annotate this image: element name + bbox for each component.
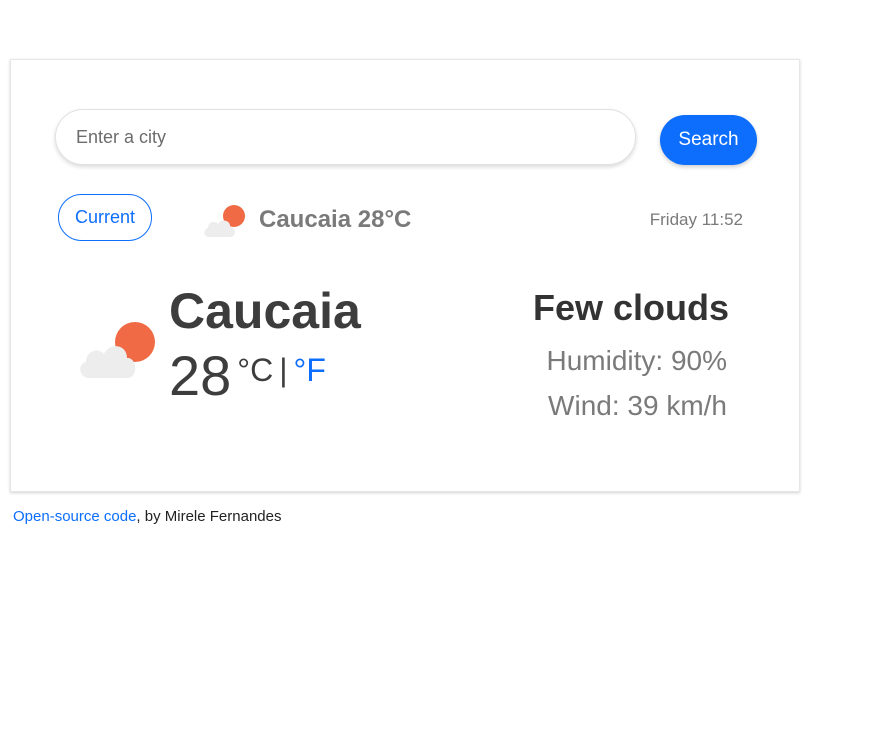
humidity: Humidity: 90% — [546, 345, 727, 376]
weather-card: Search Current Caucaia 28°C Friday 11:52… — [10, 59, 800, 492]
weather-description: Few clouds — [532, 287, 729, 328]
celsius-unit: °C — [237, 352, 274, 388]
date-time: Friday 11:52 — [649, 210, 743, 229]
temperature-value: 28 — [169, 344, 232, 407]
current-location-text: Caucaia 28°C — [259, 206, 411, 234]
few-clouds-icon — [204, 205, 245, 237]
unit-separator: | — [279, 352, 288, 388]
temperature-display: 28 °C | °F — [169, 348, 326, 404]
mini-temperature-unit: °C — [384, 206, 412, 233]
source-code-link[interactable]: Open-source code — [13, 508, 136, 525]
footer-author: , by Mirele Fernandes — [136, 508, 282, 525]
wind-speed: Wind: 39 km/h — [548, 390, 727, 421]
search-button[interactable]: Search — [660, 115, 757, 165]
current-location-summary: Caucaia 28°C — [201, 200, 411, 240]
few-clouds-icon — [80, 322, 155, 378]
mini-city-name: Caucaia — [259, 206, 352, 233]
city-search-input[interactable] — [55, 109, 636, 165]
footer: Open-source code, by Mirele Fernandes — [13, 508, 281, 525]
fahrenheit-link[interactable]: °F — [294, 354, 326, 386]
city-name: Caucaia — [169, 283, 361, 339]
unit-switcher: °C | °F — [237, 354, 326, 386]
current-location-button[interactable]: Current — [58, 194, 152, 241]
mini-temperature: 28 — [357, 206, 385, 233]
